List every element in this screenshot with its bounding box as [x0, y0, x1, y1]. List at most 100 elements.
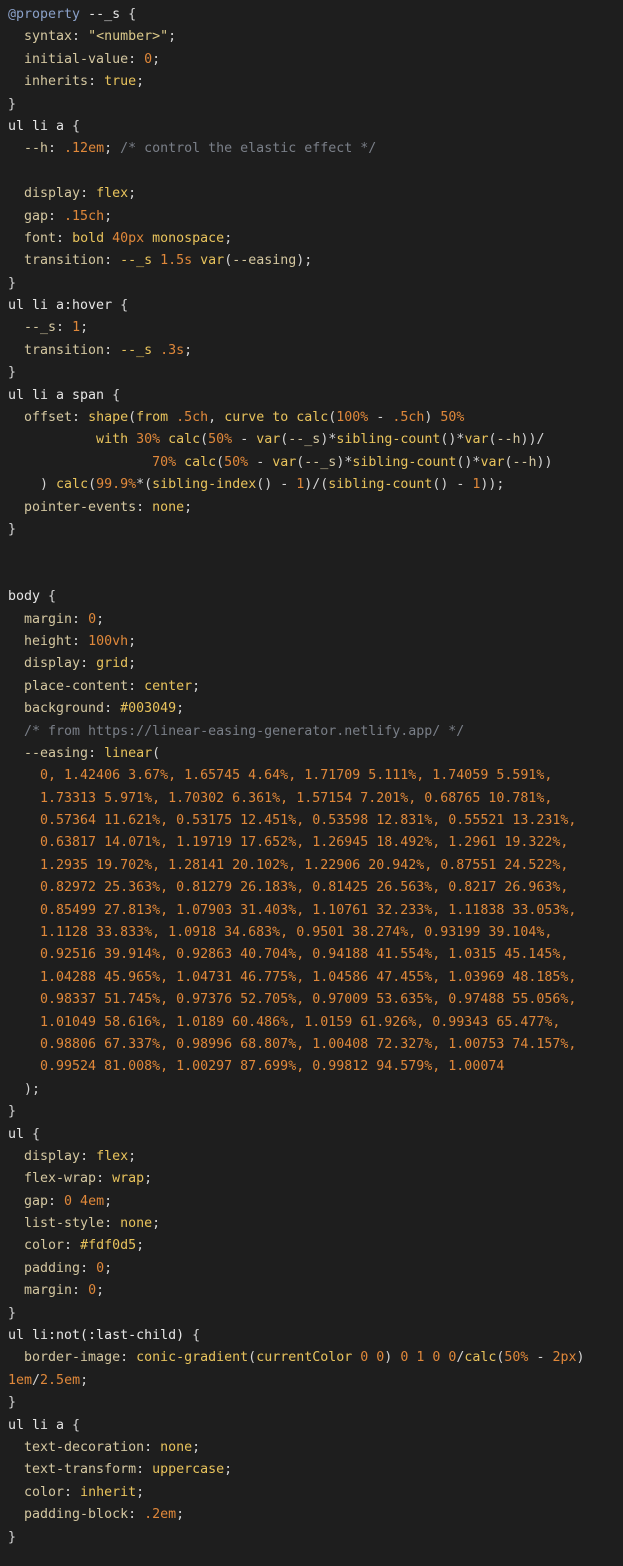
code-line: color: #fdf0d5;: [8, 1235, 623, 1257]
code-token: 0 0: [360, 1350, 385, 1366]
code-token: with: [8, 432, 137, 448]
code-token: 50%: [504, 1350, 529, 1366]
code-token: height: [8, 633, 73, 649]
code-token: ;: [128, 633, 137, 649]
code-line: --easing: linear(: [8, 743, 623, 765]
code-line: text-transform: uppercase;: [8, 1459, 623, 1481]
code-line: 1.04288 45.965%, 1.04731 46.775%, 1.0458…: [8, 967, 623, 989]
code-token: 1.04288 45.965%, 1.04731 46.775%, 1.0458…: [8, 969, 577, 985]
code-line: /* from https://linear-easing-generator.…: [8, 721, 623, 743]
code-line: 0.57364 11.621%, 0.53175 12.451%, 0.5359…: [8, 810, 623, 832]
code-token: ): [576, 1350, 585, 1366]
code-token: 0.82972 25.363%, 0.81279 26.183%, 0.8142…: [8, 880, 569, 896]
code-token: 0: [96, 1260, 105, 1276]
code-token: wrap: [112, 1171, 145, 1187]
code-token: 1em: [8, 1372, 33, 1388]
code-line: padding-block: .2em;: [8, 1504, 623, 1526]
code-token: ()*: [440, 432, 465, 448]
code-token: () -: [256, 477, 297, 493]
code-line: }: [8, 1303, 623, 1325]
code-token: ul li a span: [8, 387, 113, 403]
code-token: offset: [8, 410, 73, 426]
code-token: sibling-index: [152, 477, 257, 493]
code-token: display: [8, 186, 81, 202]
code-token: none: [120, 1216, 153, 1232]
code-token: :: [80, 656, 97, 672]
code-token: :: [56, 230, 73, 246]
code-token: 0.57364 11.621%, 0.53175 12.451%, 0.5359…: [8, 813, 577, 829]
code-token: #003049: [120, 701, 177, 717]
code-token: calc: [56, 477, 89, 493]
code-token: ;: [224, 1462, 233, 1478]
code-line: }: [8, 273, 623, 295]
code-line: 0.98337 51.745%, 0.97376 52.705%, 0.9700…: [8, 989, 623, 1011]
code-token: ;: [128, 656, 137, 672]
code-line: }: [8, 94, 623, 116]
code-token: text-decoration: [8, 1440, 145, 1455]
code-token: 0.99524 81.008%, 1.00297 87.699%, 0.9981…: [8, 1059, 505, 1075]
code-line: gap: .15ch;: [8, 206, 623, 228]
code-token: ;: [80, 1372, 89, 1388]
code-token: }: [8, 275, 17, 291]
code-token: --_s: [120, 342, 161, 358]
code-token: 40px: [112, 230, 145, 246]
code-token: ;: [192, 678, 201, 694]
code-token: from: [136, 410, 177, 426]
code-token: ;: [136, 74, 145, 90]
code-line: }: [8, 1527, 623, 1549]
code-token: 0.92516 39.914%, 0.92863 40.704%, 0.9418…: [8, 947, 569, 963]
code-line: 1.1128 33.833%, 1.0918 34.683%, 0.9501 3…: [8, 922, 623, 944]
code-line: 0.82972 25.363%, 0.81279 26.183%, 0.8142…: [8, 877, 623, 899]
code-token: }: [8, 365, 17, 381]
code-token: grid: [96, 656, 129, 672]
code-token: ): [424, 410, 441, 426]
code-token: (: [128, 410, 137, 426]
code-token: );: [8, 1081, 41, 1097]
code-token: ;: [104, 1193, 113, 1209]
code-editor[interactable]: @property --_s { syntax: "<number>"; ini…: [0, 0, 623, 1566]
code-token: border-image: [8, 1350, 121, 1366]
code-token: 0 1 0 0: [400, 1350, 457, 1366]
code-token: transition: [8, 253, 105, 269]
code-line: );: [8, 1079, 623, 1101]
code-token: (: [88, 477, 97, 493]
code-token: ): [8, 477, 57, 493]
code-token: :: [72, 29, 89, 45]
code-token: var: [272, 454, 297, 470]
code-token: {: [72, 1417, 81, 1433]
code-token: ;: [184, 342, 193, 358]
code-token: ,: [208, 410, 225, 426]
code-token: text-transform: [8, 1462, 137, 1478]
code-line: 0.92516 39.914%, 0.92863 40.704%, 0.9418…: [8, 944, 623, 966]
code-line: ul li a {: [8, 116, 623, 138]
code-token: 50%: [224, 454, 249, 470]
code-token: 0: [144, 51, 153, 67]
code-line: margin: 0;: [8, 1280, 623, 1302]
code-token: /* from https://linear-easing-generator.…: [8, 723, 465, 739]
code-token: 0: [88, 1283, 97, 1299]
code-token: "<number>": [88, 29, 169, 45]
code-token: :: [128, 51, 145, 67]
code-token: var: [192, 253, 225, 269]
code-token: 0.98337 51.745%, 0.97376 52.705%, 0.9700…: [8, 992, 577, 1008]
code-token: .5ch: [176, 410, 209, 426]
code-token: }: [8, 521, 17, 537]
code-token: 2px: [552, 1350, 577, 1366]
code-token: padding-block: [8, 1507, 129, 1523]
code-line: syntax: "<number>";: [8, 26, 623, 48]
code-token: .3s: [160, 342, 185, 358]
code-token: .12em: [64, 141, 105, 157]
code-token: sibling-count: [336, 432, 441, 448]
code-token: -: [232, 432, 257, 448]
code-token: )*: [320, 432, 337, 448]
code-line: display: flex;: [8, 1146, 623, 1168]
code-line: ul li a span {: [8, 385, 623, 407]
code-token: /* control the elastic effect */: [120, 141, 377, 157]
code-line: with 30% calc(50% - var(--_s)*sibling-co…: [8, 429, 623, 451]
code-token: {: [72, 118, 81, 134]
code-token: :: [64, 1238, 81, 1254]
code-token: ;: [144, 1171, 153, 1187]
code-token: -: [368, 410, 393, 426]
code-token: #fdf0d5: [80, 1238, 137, 1254]
code-token: 0.63817 14.071%, 1.19719 17.652%, 1.2694…: [8, 835, 569, 851]
